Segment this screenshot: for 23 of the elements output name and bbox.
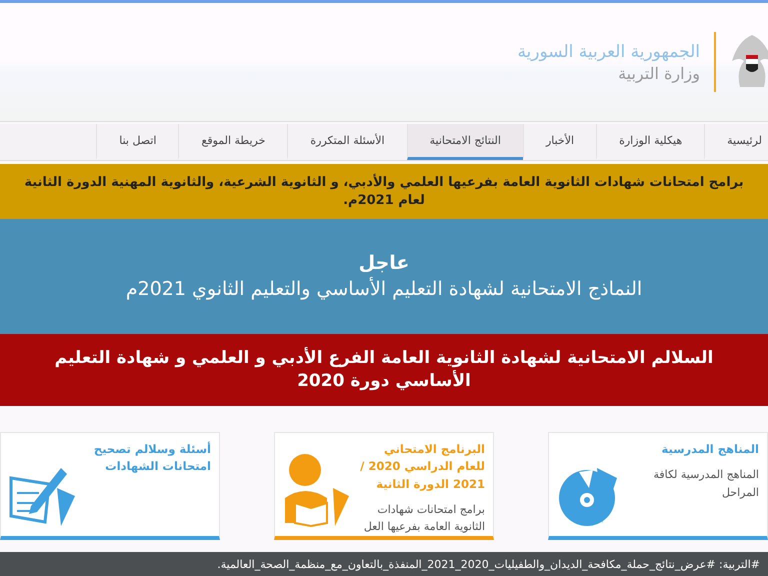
card-title: البرنامج الامتحاني للعام الدراسي 2020 / 2021 الدورة الثانية bbox=[359, 441, 485, 493]
nav-tab[interactable]: اتصل بنا bbox=[96, 124, 178, 160]
banner-text: برامج امتحانات شهادات الثانوية العامة بفرعيها العلمي والأدبي، و الثانوية الشرعية، والثانوية المهنية الدورة الثانية لعام 2021م. bbox=[23, 174, 745, 210]
nav-tab[interactable]: خريطة الموقع bbox=[178, 124, 288, 160]
nav-tab[interactable]: الأسئلة المتكررة bbox=[287, 124, 407, 160]
banner-text: السلالم الامتحانية لشهادة الثانوية العامة الفرع الأدبي و العلمي و شهادة التعليم الأساسي دورة 2020 bbox=[54, 347, 714, 393]
news-ticker: #التربية: #عرض_نتائج_حملة_مكافحة_الديدان_والطفيليات_2020_2021_المنفذة_بالتعاون_مع_منظمة_الصحة_العالمية. bbox=[0, 552, 768, 576]
banner-text: النماذج الامتحانية لشهادة التعليم الأساسي والتعليم الثانوي 2021م bbox=[126, 276, 642, 302]
announcement-banner[interactable]: برامج امتحانات شهادات الثانوية العامة بفرعيها العلمي والأدبي، و الثانوية الشرعية، والثانوية المهنية الدورة الثانية لعام 2021م. bbox=[0, 164, 768, 219]
announcement-banner[interactable]: عاجل النماذج الامتحانية لشهادة التعليم الأساسي والتعليم الثانوي 2021م bbox=[0, 219, 768, 334]
card-text: المناهج المدرسية لكافة المراحل bbox=[652, 467, 759, 501]
link-card[interactable]: البرنامج الامتحاني للعام الدراسي 2020 / 2021 الدورة الثانية برامج امتحانات شهادات الثانوية العامة بفرعيها العل bbox=[274, 432, 494, 540]
header-subtitle: وزارة التربية bbox=[617, 64, 700, 82]
header-title: الجمهورية العربية السورية bbox=[517, 42, 700, 62]
card-title: المناهج المدرسية bbox=[660, 441, 759, 458]
card-text: برامج امتحانات شهادات الثانوية العامة بفرعيها العل bbox=[362, 502, 485, 536]
banner-text: عاجل bbox=[358, 250, 410, 276]
nav-tab[interactable]: هيكلية الوزارة bbox=[596, 124, 704, 160]
card-title: أسئلة وسلالم تصحيح امتحانات الشهادات bbox=[92, 441, 211, 476]
nav-tab[interactable]: النتائج الامتحانية bbox=[406, 124, 523, 160]
nav-tab[interactable]: لرئيسية bbox=[704, 124, 768, 160]
link-card[interactable]: المناهج المدرسية المناهج المدرسية لكافة المراحل bbox=[548, 432, 768, 540]
announcement-banner[interactable]: السلالم الامتحانية لشهادة الثانوية العامة الفرع الأدبي و العلمي و شهادة التعليم الأساسي دورة 2020 bbox=[0, 334, 768, 406]
